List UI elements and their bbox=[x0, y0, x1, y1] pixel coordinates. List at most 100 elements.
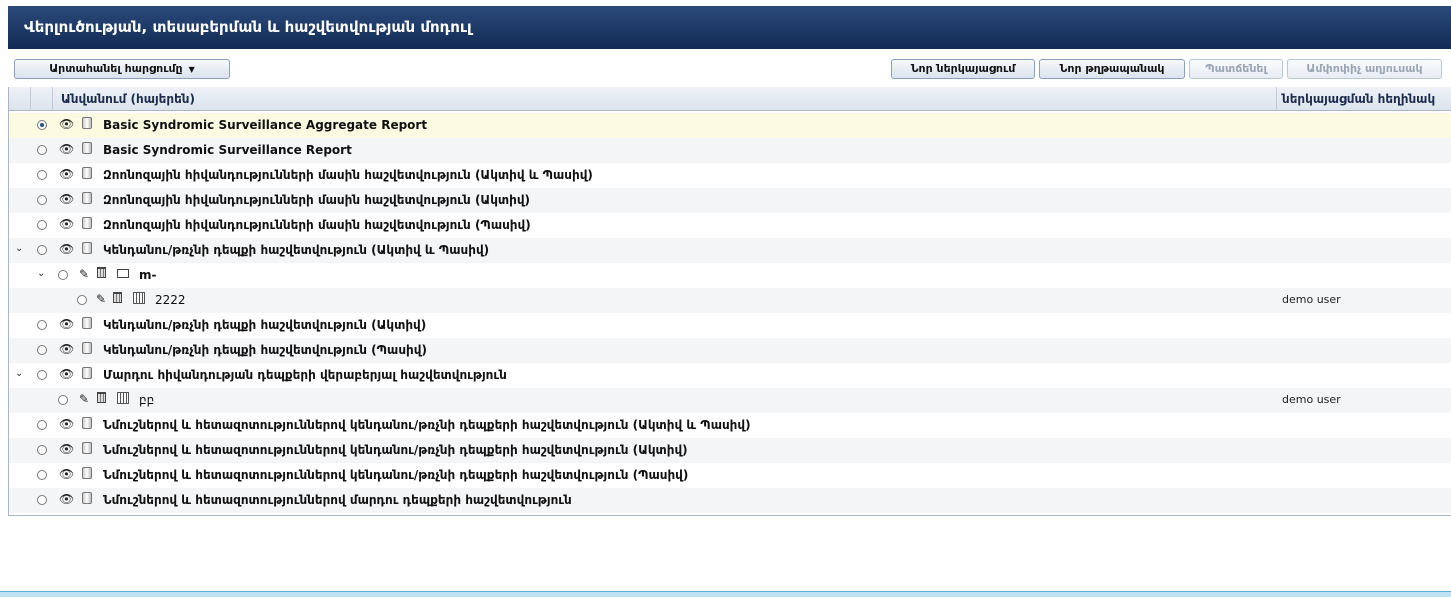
report-author: demo user bbox=[1282, 393, 1341, 406]
grid-header: Անվանում (հայերեն) ներկայացման հեղինակ bbox=[9, 87, 1451, 111]
chevron-down-icon[interactable]: ⌄ bbox=[37, 268, 45, 279]
report-name: Զոոնոզային հիվանդությունների մասին հաշվե… bbox=[103, 193, 531, 207]
row-radio[interactable] bbox=[37, 345, 47, 355]
row-radio[interactable] bbox=[77, 295, 87, 305]
database-icon bbox=[82, 217, 92, 232]
report-name: Նմուշներով և հետազոտություններով մարդու … bbox=[103, 493, 572, 507]
duplicate-button[interactable]: Պատճենել bbox=[1189, 59, 1283, 79]
summary-table-button[interactable]: Ամփոփիչ աղյուսակ bbox=[1287, 59, 1442, 79]
database-icon bbox=[82, 367, 92, 382]
report-name: Նմուշներով և հետազոտություններով կենդանո… bbox=[103, 418, 751, 432]
database-icon bbox=[82, 142, 92, 157]
report-author: demo user bbox=[1282, 293, 1341, 306]
row-radio[interactable] bbox=[37, 170, 47, 180]
database-icon bbox=[82, 442, 92, 457]
database-icon bbox=[82, 467, 92, 482]
row-radio[interactable] bbox=[37, 370, 47, 380]
table-row[interactable]: 👁 Basic Syndromic Surveillance Report bbox=[9, 138, 1451, 163]
table-icon bbox=[133, 292, 145, 307]
pencil-icon[interactable]: ✎ bbox=[79, 267, 89, 281]
eye-icon[interactable]: 👁 bbox=[59, 242, 74, 256]
chevron-down-icon[interactable]: ⌄ bbox=[15, 368, 23, 379]
eye-icon[interactable]: 👁 bbox=[59, 467, 74, 481]
report-name: Նմուշներով և հետազոտություններով կենդանո… bbox=[103, 468, 689, 482]
database-icon bbox=[82, 317, 92, 332]
chevron-down-icon: ▼ bbox=[188, 65, 195, 74]
trash-icon[interactable] bbox=[97, 267, 106, 281]
table-row[interactable]: ⌄ 👁 Մարդու հիվանդության դեպքերի վերաբերյ… bbox=[9, 363, 1451, 388]
row-radio[interactable] bbox=[37, 420, 47, 430]
new-folder-button[interactable]: Նոր թղթապանակ bbox=[1039, 59, 1185, 79]
eye-icon[interactable]: 👁 bbox=[59, 492, 74, 506]
report-name: Մարդու հիվանդության դեպքերի վերաբերյալ հ… bbox=[103, 368, 507, 382]
table-row[interactable]: 👁 Basic Syndromic Surveillance Aggregate… bbox=[9, 113, 1451, 138]
database-icon bbox=[82, 342, 92, 357]
row-radio[interactable] bbox=[37, 495, 47, 505]
database-icon bbox=[82, 167, 92, 182]
export-query-dropdown[interactable]: Արտահանել հարցումը ▼ bbox=[14, 59, 230, 79]
database-icon bbox=[82, 417, 92, 432]
row-radio[interactable] bbox=[37, 320, 47, 330]
name-column-header[interactable]: Անվանում (հայերեն) bbox=[53, 87, 1277, 111]
eye-icon[interactable]: 👁 bbox=[59, 342, 74, 356]
eye-icon[interactable]: 👁 bbox=[59, 142, 74, 156]
trash-icon[interactable] bbox=[97, 392, 106, 406]
row-radio[interactable] bbox=[37, 245, 47, 255]
chevron-down-icon[interactable]: ⌄ bbox=[15, 243, 23, 254]
report-name: 2222 bbox=[155, 293, 186, 307]
page-title: Վերլուծության, տեսաբերման և հաշվետվությա… bbox=[8, 6, 1451, 49]
table-row[interactable]: 👁 Կենդանու/թռչնի դեպքի հաշվետվություն (Ա… bbox=[9, 313, 1451, 338]
table-row[interactable]: 👁 Նմուշներով և հետազոտություններով մարդո… bbox=[9, 488, 1451, 513]
toolbar: Արտահանել հարցումը ▼ Նոր ներկայացում Նոր … bbox=[8, 56, 1451, 84]
folder-name: m- bbox=[139, 268, 157, 282]
table-row[interactable]: ⌄ ✎ m- bbox=[9, 263, 1451, 288]
eye-icon[interactable]: 👁 bbox=[59, 442, 74, 456]
table-icon bbox=[117, 392, 129, 407]
table-row[interactable]: 👁 Զոոնոզային հիվանդությունների մասին հաշ… bbox=[9, 188, 1451, 213]
report-name: Basic Syndromic Surveillance Report bbox=[103, 143, 352, 157]
eye-icon[interactable]: 👁 bbox=[59, 317, 74, 331]
report-name: Նմուշներով և հետազոտություններով կենդանո… bbox=[103, 443, 688, 457]
database-icon bbox=[82, 242, 92, 257]
eye-icon[interactable]: 👁 bbox=[59, 167, 74, 181]
database-icon bbox=[82, 117, 92, 132]
eye-icon[interactable]: 👁 bbox=[59, 417, 74, 431]
pencil-icon[interactable]: ✎ bbox=[96, 292, 106, 306]
report-name: Կենդանու/թռչնի դեպքի հաշվետվություն (Ակտ… bbox=[103, 243, 490, 257]
eye-icon[interactable]: 👁 bbox=[59, 192, 74, 206]
row-radio[interactable] bbox=[37, 220, 47, 230]
table-row[interactable]: 👁 Կենդանու/թռչնի դեպքի հաշվետվություն (Պ… bbox=[9, 338, 1451, 363]
table-row[interactable]: 👁 Զոոնոզային հիվանդությունների մասին հաշ… bbox=[9, 213, 1451, 238]
pencil-icon[interactable]: ✎ bbox=[79, 392, 89, 406]
report-name: Զոոնոզային հիվանդությունների մասին հաշվե… bbox=[103, 218, 531, 232]
report-name: Կենդանու/թռչնի դեպքի հաշվետվություն (Ակտ… bbox=[103, 318, 427, 332]
taskbar-strip bbox=[0, 591, 1451, 597]
table-row[interactable]: 👁 Զոոնոզային հիվանդությունների մասին հաշ… bbox=[9, 163, 1451, 188]
report-name: բբ bbox=[139, 393, 155, 407]
report-name: Զոոնոզային հիվանդությունների մասին հաշվե… bbox=[103, 168, 593, 182]
table-row[interactable]: 👁 Նմուշներով և հետազոտություններով կենդա… bbox=[9, 463, 1451, 488]
eye-icon[interactable]: 👁 bbox=[59, 117, 74, 131]
row-radio[interactable] bbox=[37, 195, 47, 205]
expand-column-header bbox=[9, 87, 31, 111]
row-radio[interactable] bbox=[58, 270, 68, 280]
eye-icon[interactable]: 👁 bbox=[59, 367, 74, 381]
row-radio[interactable] bbox=[37, 145, 47, 155]
table-row[interactable]: ✎ բբ demo user bbox=[9, 388, 1451, 413]
table-row[interactable]: 👁 Նմուշներով և հետազոտություններով կենդա… bbox=[9, 438, 1451, 463]
export-query-label: Արտահանել հարցումը bbox=[49, 62, 183, 75]
row-radio[interactable] bbox=[37, 445, 47, 455]
author-column-header[interactable]: ներկայացման հեղինակ bbox=[1277, 87, 1451, 111]
select-column-header bbox=[31, 87, 53, 111]
table-row[interactable]: 👁 Նմուշներով և հետազոտություններով կենդա… bbox=[9, 413, 1451, 438]
row-radio[interactable] bbox=[37, 120, 47, 130]
table-row[interactable]: ✎ 2222 demo user bbox=[9, 288, 1451, 313]
new-presentation-button[interactable]: Նոր ներկայացում bbox=[891, 59, 1035, 79]
row-radio[interactable] bbox=[58, 395, 68, 405]
eye-icon[interactable]: 👁 bbox=[59, 217, 74, 231]
database-icon bbox=[82, 492, 92, 507]
report-name: Basic Syndromic Surveillance Aggregate R… bbox=[103, 118, 428, 132]
trash-icon[interactable] bbox=[113, 292, 122, 306]
row-radio[interactable] bbox=[37, 470, 47, 480]
table-row[interactable]: ⌄ 👁 Կենդանու/թռչնի դեպքի հաշվետվություն … bbox=[9, 238, 1451, 263]
